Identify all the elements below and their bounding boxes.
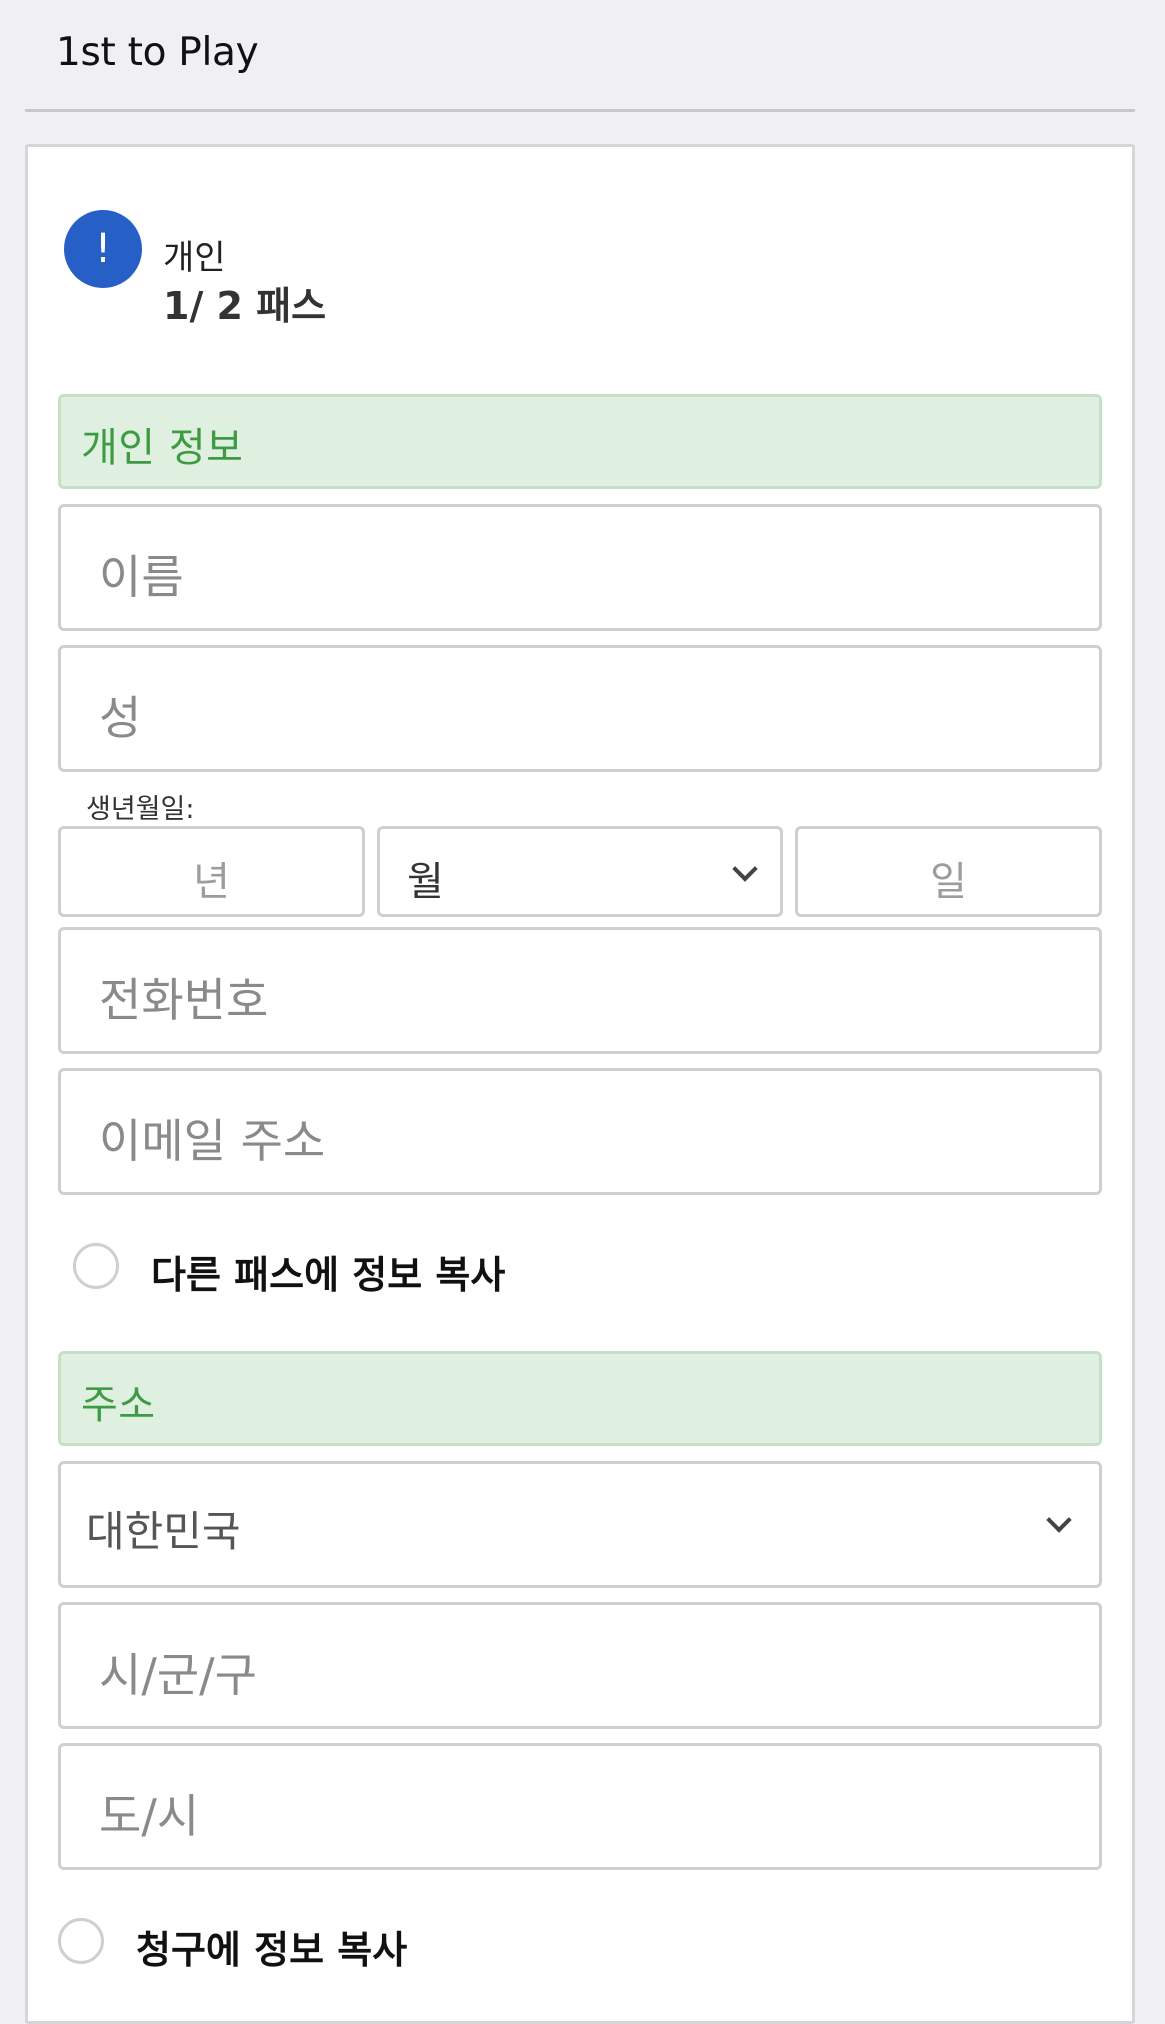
dob-month-value: 월 bbox=[407, 859, 444, 905]
dob-day-field[interactable]: 일 bbox=[795, 826, 1102, 917]
page-title: 1st to Play bbox=[56, 30, 259, 75]
first-name-placeholder: 이름 bbox=[99, 550, 184, 604]
email-placeholder: 이메일 주소 bbox=[99, 1114, 326, 1168]
city-field[interactable]: 시/군/구 bbox=[58, 1602, 1102, 1729]
last-name-field[interactable]: 성 bbox=[58, 645, 1102, 772]
exclamation-icon: ! bbox=[64, 210, 142, 288]
pass-form-card: ! 개인 1/ 2 패스 개인 정보 이름 성 생년월일: 년 월 일 전화번호… bbox=[25, 144, 1135, 2024]
chevron-down-icon bbox=[1046, 1507, 1072, 1533]
phone-field[interactable]: 전화번호 bbox=[58, 927, 1102, 1054]
copy-to-other-pass-radio[interactable] bbox=[73, 1243, 119, 1289]
last-name-placeholder: 성 bbox=[99, 691, 142, 745]
address-section-title: 주소 bbox=[81, 1382, 156, 1428]
copy-to-billing-radio[interactable] bbox=[58, 1918, 104, 1964]
app-header: 1st to Play bbox=[25, 0, 1135, 112]
dob-year-placeholder: 년 bbox=[193, 859, 230, 905]
personal-info-section-header: 개인 정보 bbox=[58, 394, 1102, 489]
dob-month-select[interactable]: 월 bbox=[377, 826, 783, 917]
province-placeholder: 도/시 bbox=[99, 1789, 200, 1843]
chevron-down-icon bbox=[732, 856, 758, 882]
pass-count-label: 1/ 2 패스 bbox=[163, 284, 327, 328]
dob-day-placeholder: 일 bbox=[930, 859, 967, 905]
copy-to-other-pass-option[interactable]: 다른 패스에 정보 복사 bbox=[73, 1243, 673, 1303]
country-select[interactable]: 대한민국 bbox=[58, 1461, 1102, 1588]
address-section-header: 주소 bbox=[58, 1351, 1102, 1446]
email-field[interactable]: 이메일 주소 bbox=[58, 1068, 1102, 1195]
phone-placeholder: 전화번호 bbox=[99, 973, 269, 1027]
copy-to-billing-option[interactable]: 청구에 정보 복사 bbox=[58, 1918, 658, 1978]
copy-to-billing-label: 청구에 정보 복사 bbox=[136, 1928, 408, 1972]
country-value: 대한민국 bbox=[86, 1507, 241, 1556]
city-placeholder: 시/군/구 bbox=[99, 1648, 257, 1702]
province-field[interactable]: 도/시 bbox=[58, 1743, 1102, 1870]
personal-info-section-title: 개인 정보 bbox=[81, 425, 244, 471]
dob-year-field[interactable]: 년 bbox=[58, 826, 365, 917]
dob-label: 생년월일: bbox=[86, 794, 195, 825]
pass-type-label: 개인 bbox=[163, 238, 226, 278]
first-name-field[interactable]: 이름 bbox=[58, 504, 1102, 631]
copy-to-other-pass-label: 다른 패스에 정보 복사 bbox=[151, 1253, 506, 1297]
